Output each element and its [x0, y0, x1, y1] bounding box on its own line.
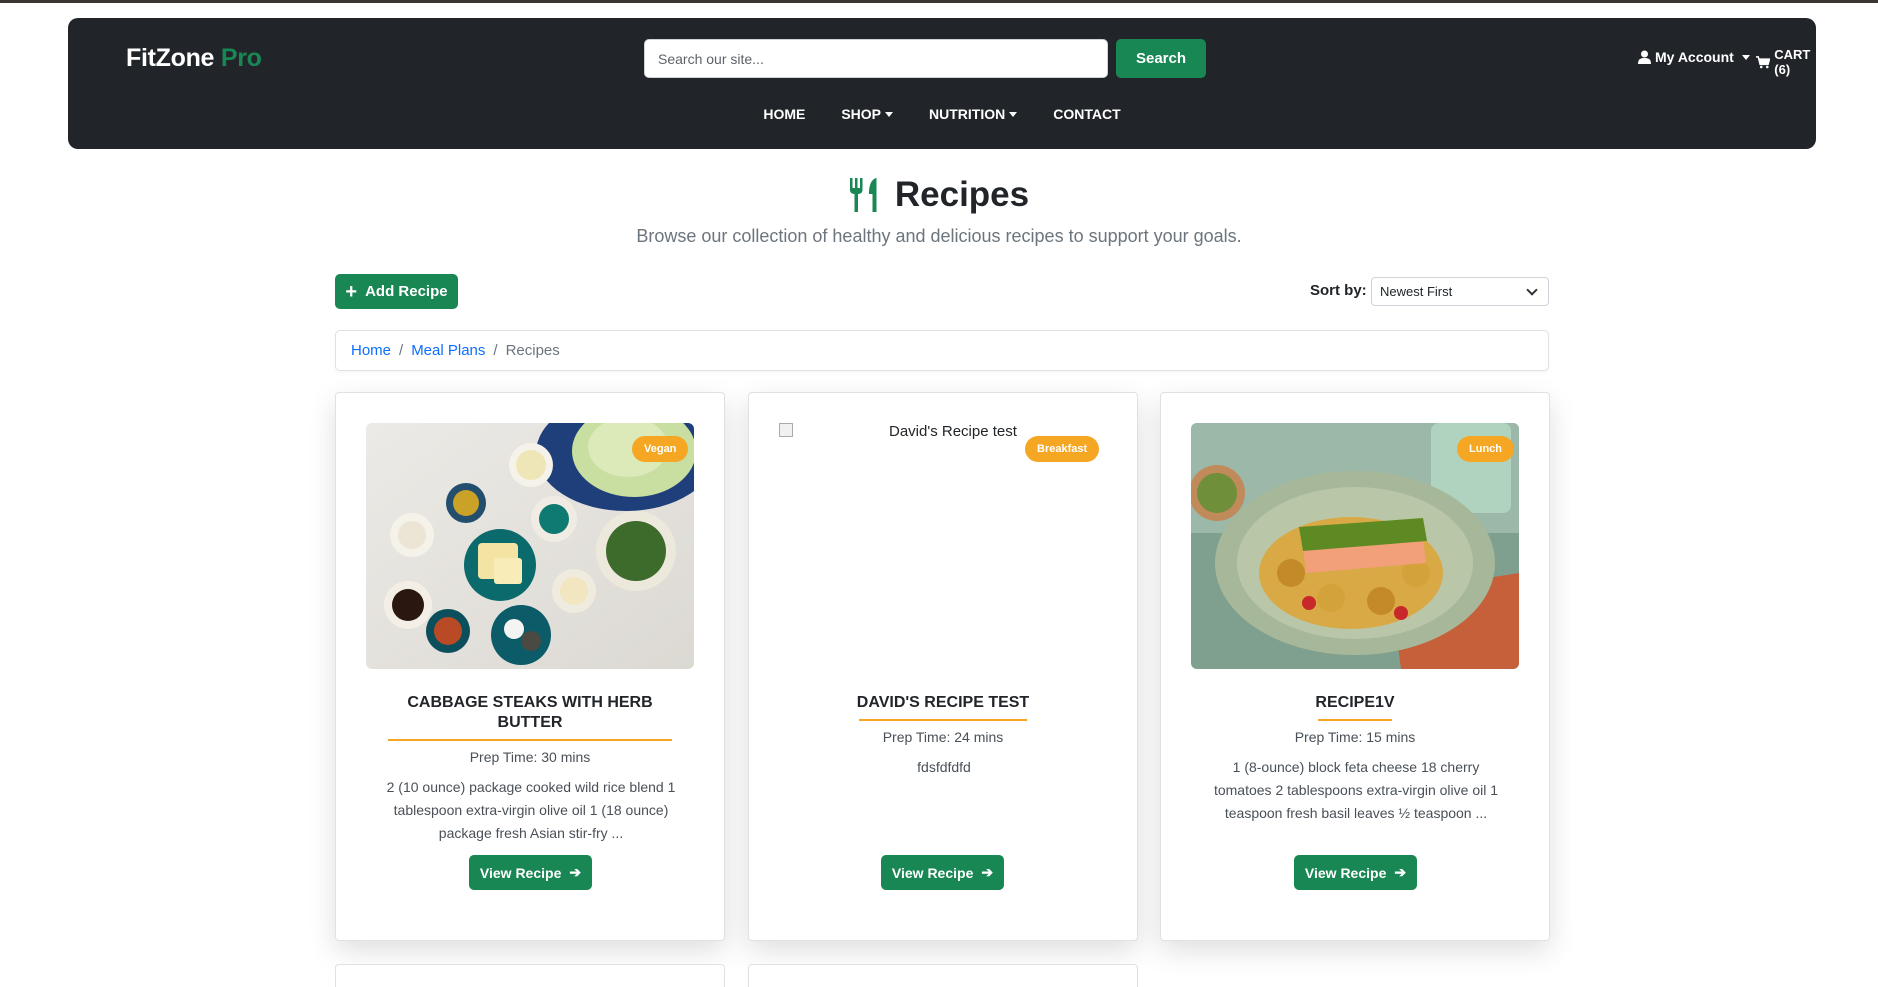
broken-image-icon [779, 423, 793, 437]
plus-icon: + [345, 280, 358, 303]
brand-accent: Pro [220, 44, 262, 72]
page-subtitle: Browse our collection of healthy and del… [636, 226, 1242, 246]
title-underline [859, 719, 1027, 721]
recipe-title-line: DAVID'S RECIPE TEST [856, 694, 1030, 711]
nav-shop[interactable]: SHOP [841, 106, 894, 122]
site-header: FitZone Pro Search My Account CART (6) H… [68, 18, 1816, 149]
arrow-right-icon: ➔ [981, 864, 994, 880]
search-input[interactable] [644, 39, 1108, 78]
view-recipe-label: View Recipe [891, 864, 974, 881]
chevron-down-icon [885, 111, 894, 117]
prep-time: Prep Time: 30 mins [469, 749, 591, 765]
recipe-title-line: RECIPE1V [1315, 694, 1395, 711]
recipe-title[interactable]: DAVID'S RECIPE TEST [749, 693, 1137, 713]
cart-label: CART (6) [1774, 47, 1811, 77]
breadcrumb-meal-plans[interactable]: Meal Plans [411, 342, 485, 359]
my-account-dropdown[interactable]: My Account [1638, 49, 1750, 65]
view-recipe-label: View Recipe [479, 864, 562, 881]
breadcrumb-current: Recipes [505, 342, 560, 359]
breadcrumb-separator: / [493, 342, 498, 359]
recipe-description: fdsfdfdfd [917, 759, 971, 775]
recipe-title-line: BUTTER [497, 714, 563, 731]
recipe-description: 2 (10 ounce) package cooked wild rice bl… [386, 779, 676, 841]
view-recipe-button[interactable]: View Recipe ➔ [1294, 855, 1417, 890]
recipe-card: David's Recipe test Breakfast DAVID'S RE… [748, 392, 1138, 941]
broken-image[interactable]: David's Recipe test [779, 423, 1017, 440]
search-button[interactable]: Search [1116, 39, 1206, 78]
title-underline [1318, 719, 1392, 721]
top-border [0, 0, 1878, 3]
sort-selected-value: Newest First [1380, 284, 1453, 299]
image-alt-text: David's Recipe test [889, 423, 1017, 440]
recipe-title-line: CABBAGE STEAKS WITH HERB [407, 694, 653, 711]
brand-name: FitZone [126, 44, 215, 72]
nav-contact-label: CONTACT [1053, 106, 1121, 122]
chevron-down-icon [1741, 54, 1750, 60]
sort-label: Sort by: [1310, 282, 1367, 299]
add-recipe-button[interactable]: + Add Recipe [335, 274, 458, 309]
brand-logo[interactable]: FitZone Pro [126, 44, 262, 73]
arrow-right-icon: ➔ [1394, 864, 1407, 880]
arrow-right-icon: ➔ [569, 864, 582, 880]
recipe-description: 1 (8-ounce) block feta cheese 18 cherry … [1213, 759, 1499, 821]
category-badge: Vegan [632, 436, 689, 462]
breadcrumb: Home / Meal Plans / Recipes [335, 330, 1549, 371]
nav-home[interactable]: HOME [763, 106, 805, 122]
view-recipe-label: View Recipe [1304, 864, 1387, 881]
category-badge: Breakfast [1025, 436, 1100, 462]
category-badge: Lunch [1457, 436, 1514, 462]
recipe-card [748, 964, 1138, 987]
my-account-label: My Account [1655, 49, 1734, 65]
title-underline [388, 739, 672, 741]
chevron-down-icon [1526, 284, 1538, 296]
nav-nutrition-label: NUTRITION [929, 106, 1006, 122]
nav-nutrition[interactable]: NUTRITION [929, 106, 1018, 122]
breadcrumb-separator: / [399, 342, 404, 359]
cart-icon [1756, 55, 1771, 68]
recipe-title[interactable]: RECIPE1V [1161, 693, 1549, 713]
page-heading: Recipes [0, 175, 1878, 215]
add-recipe-label: Add Recipe [365, 283, 448, 300]
nav-contact[interactable]: CONTACT [1053, 106, 1120, 122]
view-recipe-button[interactable]: View Recipe ➔ [469, 855, 592, 890]
recipe-title[interactable]: CABBAGE STEAKS WITH HERB BUTTER [336, 693, 724, 733]
prep-time: Prep Time: 24 mins [882, 729, 1004, 745]
recipe-card [335, 964, 725, 987]
recipe-card: Lunch RECIPE1V Prep Time: 15 mins 1 (8-o… [1160, 392, 1550, 941]
utensils-icon [849, 178, 877, 212]
user-icon [1638, 50, 1651, 64]
view-recipe-button[interactable]: View Recipe ➔ [881, 855, 1004, 890]
nav-shop-label: SHOP [841, 106, 882, 122]
main-nav: HOME SHOP NUTRITION CONTACT [68, 106, 1816, 122]
breadcrumb-home[interactable]: Home [351, 342, 391, 359]
nav-home-label: HOME [763, 106, 806, 122]
sort-select[interactable]: Newest First [1371, 277, 1549, 306]
chevron-down-icon [1009, 111, 1018, 117]
prep-time: Prep Time: 15 mins [1294, 729, 1416, 745]
page-title: Recipes [894, 175, 1030, 214]
cart-link[interactable]: CART (6) [1756, 47, 1816, 77]
recipe-card: Vegan CABBAGE STEAKS WITH HERB BUTTER Pr… [335, 392, 725, 941]
